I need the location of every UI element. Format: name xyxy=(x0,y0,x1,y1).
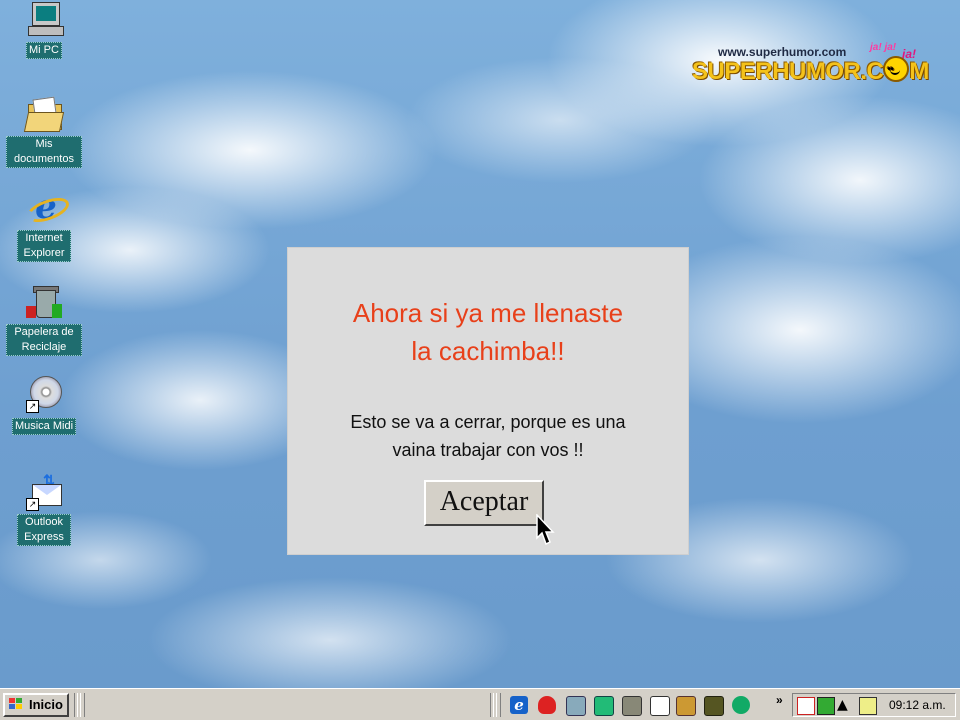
clock[interactable]: 09:12 a.m. xyxy=(889,697,946,713)
desktop-icon-outlook-express[interactable]: ⇅ ↗ Outlook Express xyxy=(4,473,84,546)
taskbar-separator xyxy=(490,693,494,717)
message-dialog: Ahora si ya me llenaste la cachimba!! Es… xyxy=(288,248,688,554)
internet-explorer-icon: e xyxy=(23,190,73,228)
superhumor-logo: www.superhumor.com ja! ja! ja! SUPERHUMO… xyxy=(690,42,930,88)
desktop-icon-musica-midi[interactable]: ↗ Musica Midi xyxy=(4,376,84,435)
system-tray: ▲ 09:12 a.m. xyxy=(792,693,956,717)
logo-brand: SUPERHUMOR.CM xyxy=(692,55,929,87)
media-icon[interactable] xyxy=(704,696,724,716)
desktop-icon-label: Mi PC xyxy=(26,42,62,59)
desktop-icon-papelera[interactable]: Papelera de Reciclaje xyxy=(4,284,84,356)
toolbar-grip[interactable] xyxy=(496,693,501,717)
desktop-icon-label: Internet Explorer xyxy=(17,230,71,262)
toolbar-chevron[interactable]: » xyxy=(776,693,783,707)
desktop: Mi PC Mis documentos e Internet Explorer… xyxy=(0,0,960,688)
smiley-icon xyxy=(883,55,910,85)
windows-logo-icon xyxy=(9,698,24,712)
start-button[interactable]: Inicio xyxy=(3,693,69,717)
dialog-title: Ahora si ya me llenaste la cachimba!! xyxy=(352,298,624,366)
accept-button[interactable]: Aceptar xyxy=(424,480,544,526)
taskbar-separator xyxy=(74,693,78,717)
recycle-bin-icon xyxy=(24,284,64,322)
dialog-message: Esto se va a cerrar, porque es una vaina… xyxy=(350,412,626,460)
taskbar: Inicio e » ▲ 09:12 a.m. xyxy=(0,688,960,720)
display-icon[interactable] xyxy=(817,697,835,715)
calculator-icon[interactable] xyxy=(594,696,614,716)
computer-icon xyxy=(24,0,64,38)
network-status-icon[interactable] xyxy=(797,697,815,715)
globe-icon[interactable] xyxy=(732,696,750,714)
desktop-icon-mis-documentos[interactable]: Mis documentos xyxy=(4,96,84,168)
desktop-icon-label: Musica Midi xyxy=(11,418,77,435)
start-label: Inicio xyxy=(29,697,63,712)
desktop-icon-label: Papelera de Reciclaje xyxy=(6,324,82,356)
volume-icon[interactable]: ▲ xyxy=(837,697,853,713)
desktop-icon-internet-explorer[interactable]: e Internet Explorer xyxy=(4,190,84,262)
outlook-express-icon: ⇅ ↗ xyxy=(24,473,64,512)
logo-laugh-small: ja! ja! xyxy=(870,42,897,53)
edit-icon[interactable] xyxy=(650,696,670,716)
internet-explorer-icon[interactable]: e xyxy=(510,696,528,714)
mouse-pointer-icon xyxy=(536,514,555,546)
keyboard-icon[interactable] xyxy=(859,697,877,715)
folder-icon xyxy=(23,96,65,134)
shield-icon[interactable] xyxy=(538,696,556,714)
desktop-icon-mi-pc[interactable]: Mi PC xyxy=(4,0,84,59)
printer-icon[interactable] xyxy=(622,696,642,716)
desktop-icon-label: Mis documentos xyxy=(6,136,82,168)
cd-shortcut-icon: ↗ xyxy=(24,376,64,414)
people-icon[interactable] xyxy=(676,696,696,716)
desktop-icon-label: Outlook Express xyxy=(17,514,71,546)
toolbar-grip[interactable] xyxy=(80,693,85,717)
network-icon[interactable] xyxy=(566,696,586,716)
